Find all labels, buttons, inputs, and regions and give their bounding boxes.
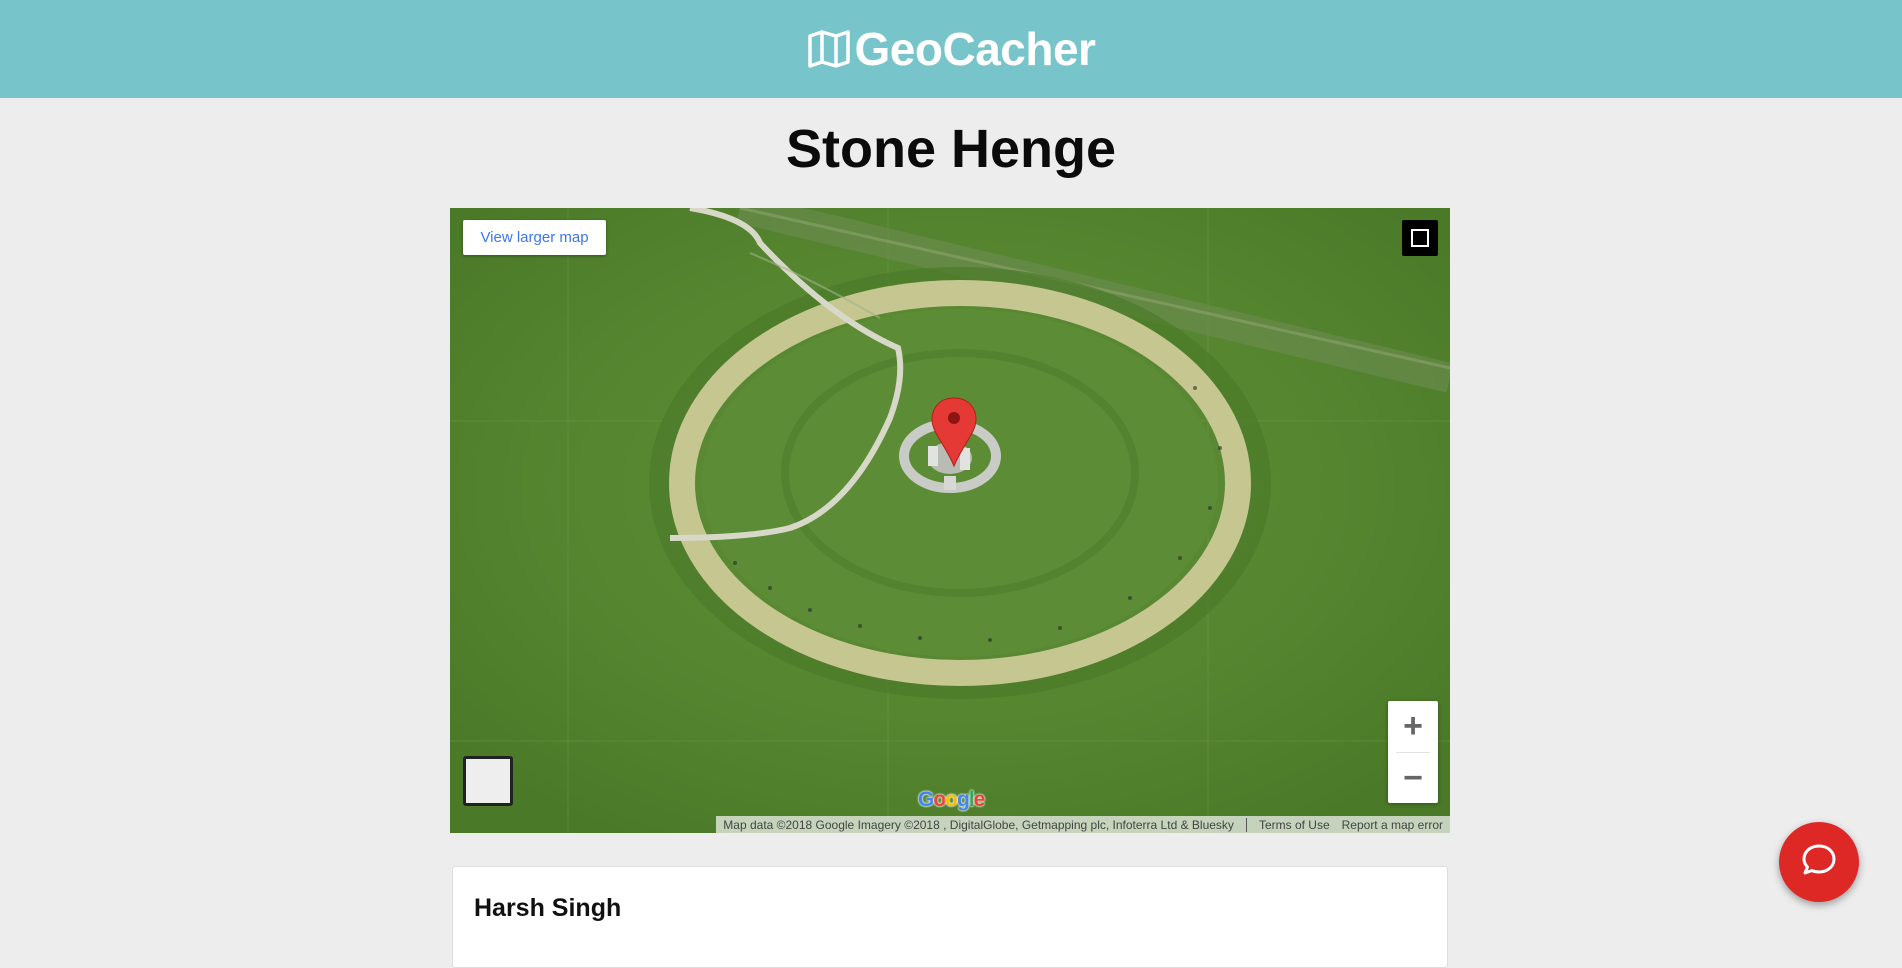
owner-card: Harsh Singh — [452, 866, 1448, 968]
terms-of-use-link[interactable]: Terms of Use — [1259, 818, 1330, 832]
top-navbar: GeoCacher — [0, 0, 1902, 98]
brand-link[interactable]: GeoCacher — [807, 22, 1096, 76]
zoom-out-button[interactable]: − — [1388, 753, 1438, 803]
chat-bubble-icon — [1800, 842, 1838, 883]
fullscreen-button[interactable] — [1402, 220, 1438, 256]
map-data-credit: Map data ©2018 Google Imagery ©2018 , Di… — [723, 817, 1234, 832]
fullscreen-icon — [1411, 229, 1429, 247]
owner-name: Harsh Singh — [474, 894, 622, 922]
report-map-error-link[interactable]: Report a map error — [1342, 818, 1443, 832]
page-title: Stone Henge — [785, 119, 1117, 179]
map-type-toggle[interactable] — [463, 756, 513, 806]
google-logo: Google — [918, 788, 985, 811]
google-map[interactable]: View larger map + − Google Map data ©201… — [450, 208, 1450, 833]
zoom-controls: + − — [1388, 701, 1438, 803]
satellite-imagery — [450, 208, 1450, 833]
map-icon — [807, 29, 851, 69]
chat-button[interactable] — [1779, 822, 1859, 902]
attribution-divider — [1245, 817, 1247, 832]
map-attribution: Map data ©2018 Google Imagery ©2018 , Di… — [716, 816, 1450, 833]
zoom-in-button[interactable]: + — [1388, 701, 1438, 751]
view-larger-map-link[interactable]: View larger map — [463, 220, 606, 255]
brand-name: GeoCacher — [854, 23, 1096, 75]
